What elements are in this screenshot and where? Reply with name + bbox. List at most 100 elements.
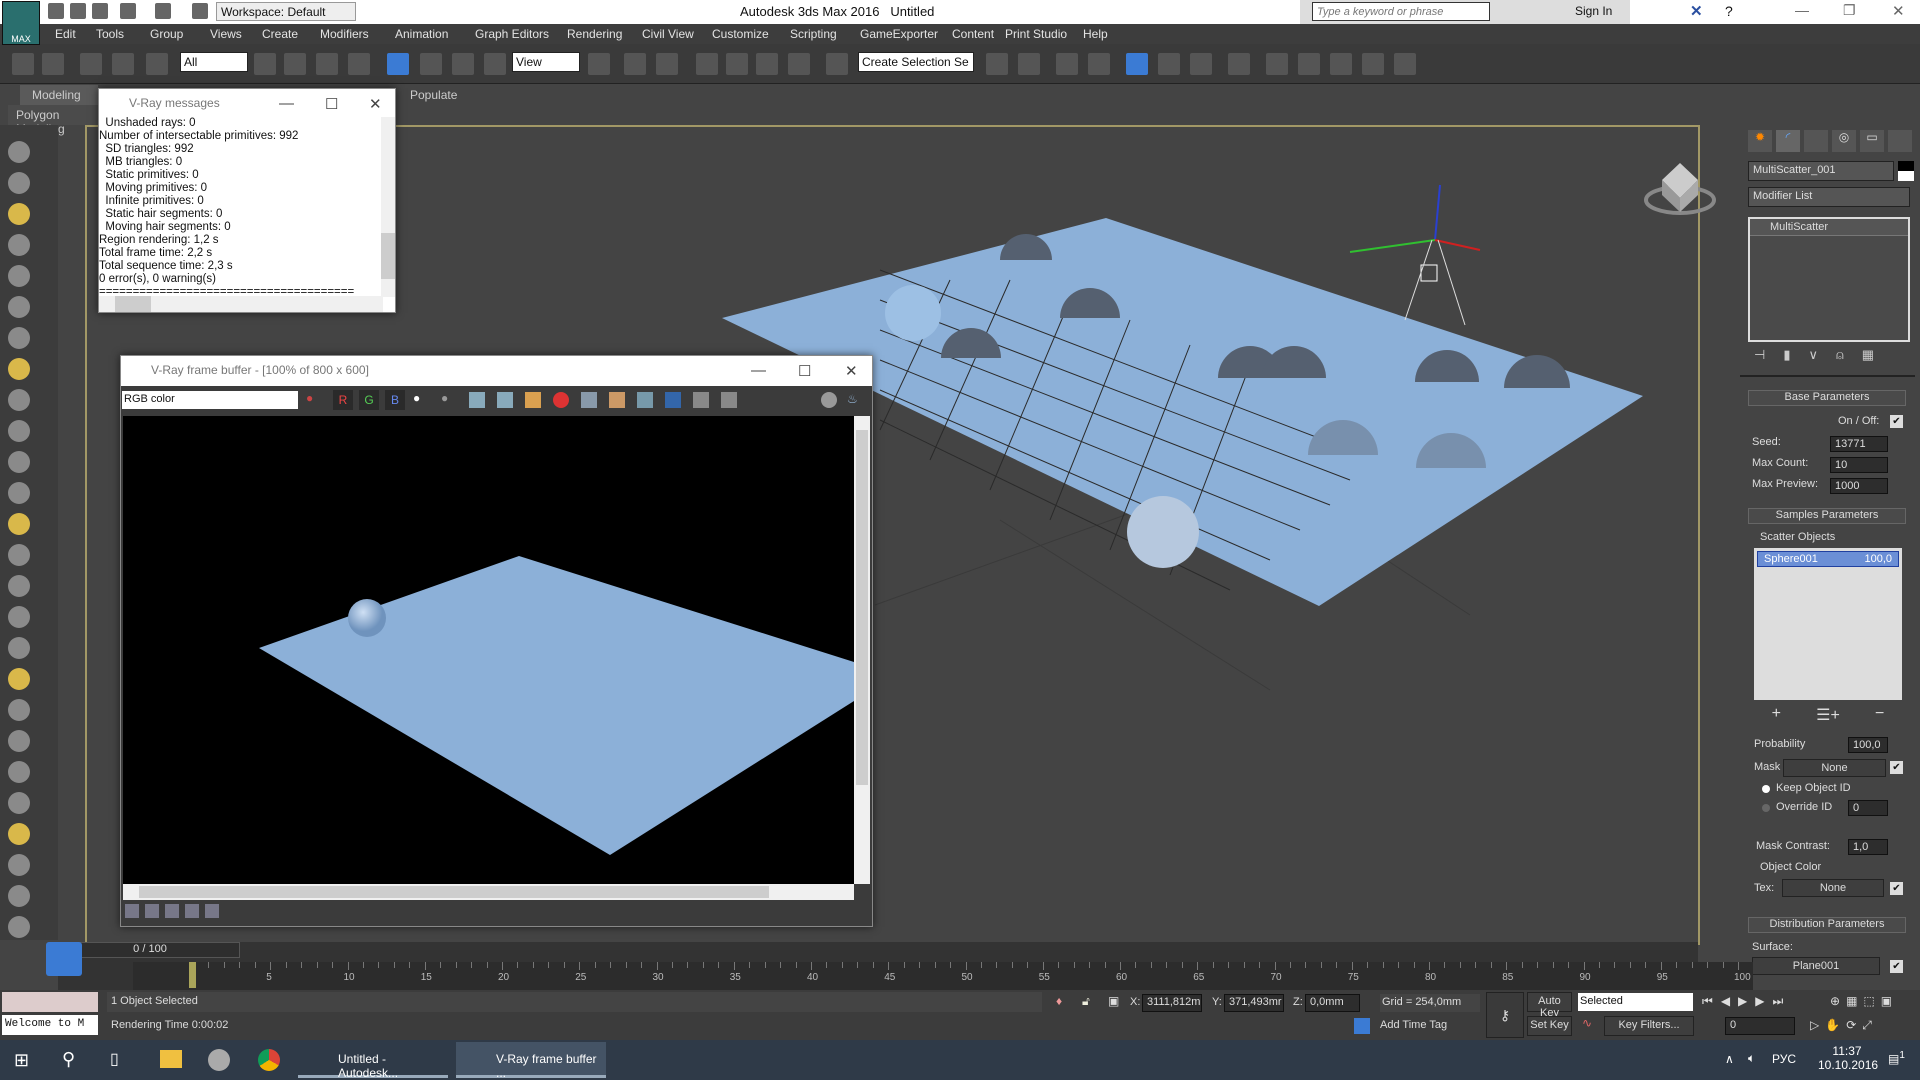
modify-tab-icon[interactable]: ◜ [1776, 130, 1800, 152]
save-image-icon[interactable] [469, 392, 485, 408]
rollout-distribution-parameters[interactable]: Distribution Parameters [1748, 917, 1906, 933]
channel-dropdown[interactable]: RGB color [122, 391, 298, 409]
mask-checkbox[interactable]: ✔ [1890, 761, 1903, 774]
maximize-button[interactable]: ☐ [798, 362, 811, 380]
blue-channel-button[interactable]: B [385, 390, 405, 410]
rollout-base-parameters[interactable]: Base Parameters [1748, 390, 1906, 406]
sphere-object[interactable] [885, 285, 941, 341]
render-teapot-icon[interactable]: ♨ [847, 392, 858, 406]
utilities-tab-icon[interactable] [1888, 130, 1912, 152]
max-preview-spinner[interactable]: 1000 [1830, 478, 1888, 494]
absolute-mode-icon[interactable]: ▣ [1108, 994, 1119, 1008]
stack-item-multiscatter[interactable]: MultiScatter [1750, 219, 1908, 236]
tex-checkbox[interactable]: ✔ [1890, 882, 1903, 895]
file-explorer-icon[interactable] [160, 1050, 182, 1068]
seed-spinner[interactable]: 13771 [1830, 436, 1888, 452]
mini-curve-editor-icon[interactable] [46, 942, 82, 976]
maximize-button[interactable]: ☐ [325, 95, 338, 113]
add-icon[interactable]: + [1772, 705, 1781, 725]
info-icon[interactable] [165, 904, 179, 918]
time-tag-icon[interactable] [1354, 1018, 1370, 1034]
clock[interactable]: 11:37 10.10.2016 [1818, 1044, 1878, 1072]
alpha-icon[interactable]: ● [413, 391, 420, 405]
key-filters-button[interactable]: Key Filters... [1604, 1016, 1694, 1036]
remove-icon[interactable]: − [1875, 705, 1884, 725]
add-time-tag-button[interactable]: Add Time Tag [1380, 1019, 1447, 1031]
max-count-spinner[interactable]: 10 [1830, 457, 1888, 473]
close-button[interactable]: ✕ [845, 362, 858, 380]
snipping-tool-icon[interactable] [208, 1049, 230, 1071]
vertical-scrollbar[interactable] [854, 416, 870, 884]
duplicate-to-mtl-icon[interactable] [581, 392, 597, 408]
lut-icon[interactable] [185, 904, 199, 918]
x-coordinate[interactable]: 3111,812m [1142, 994, 1202, 1012]
time-cursor[interactable] [189, 962, 196, 988]
maxscript-listener[interactable] [2, 992, 98, 1012]
clear-image-icon[interactable] [553, 392, 569, 408]
on-off-checkbox[interactable]: ✔ [1890, 415, 1903, 428]
auto-key-button[interactable]: Auto Key [1527, 992, 1572, 1019]
horizontal-scrollbar[interactable] [123, 884, 854, 900]
next-frame-icon[interactable]: ▶ [1755, 994, 1764, 1009]
language-indicator[interactable]: РУС [1772, 1052, 1796, 1066]
render-region-icon[interactable] [637, 392, 653, 408]
surface-object-button[interactable]: Plane001 [1752, 957, 1880, 975]
motion-tab-icon[interactable]: ◎ [1832, 130, 1856, 152]
key-mode-dropdown[interactable]: Selected [1578, 993, 1693, 1011]
mask-map-button[interactable]: None [1783, 759, 1886, 777]
ab-horizontal-icon[interactable] [693, 392, 709, 408]
task-view-icon[interactable]: ▯ [110, 1049, 119, 1069]
override-id-radio[interactable] [1762, 804, 1770, 812]
track-bar[interactable]: 0510152025303540455055606570758085909510… [133, 962, 1753, 990]
taskbar-item-frame-buffer[interactable]: V-Ray frame buffer ... [456, 1042, 606, 1080]
compare-icon[interactable] [665, 392, 681, 408]
minimize-button[interactable]: — [279, 95, 294, 112]
orbit-icon[interactable]: ⟳ [1846, 1018, 1856, 1033]
override-id-spinner[interactable]: 0 [1848, 800, 1888, 816]
z-coordinate[interactable]: 0,0mm [1305, 994, 1360, 1012]
mono-icon[interactable]: ● [441, 391, 448, 405]
load-image-icon[interactable] [525, 392, 541, 408]
vertical-scrollbar[interactable] [381, 117, 395, 297]
close-button[interactable]: ✕ [369, 95, 382, 113]
probability-spinner[interactable]: 100,0 [1848, 737, 1888, 753]
display-tab-icon[interactable]: ▭ [1860, 130, 1884, 152]
object-color-swatch[interactable] [1898, 161, 1914, 181]
green-channel-button[interactable]: G [359, 390, 379, 410]
y-coordinate[interactable]: 371,493mr [1224, 994, 1284, 1012]
modifier-list-dropdown[interactable]: Modifier List [1748, 187, 1910, 207]
field-of-view-icon[interactable]: ▷ [1810, 1018, 1819, 1033]
taskbar-item-3dsmax[interactable]: Untitled - Autodesk... [298, 1042, 448, 1080]
viewcube-icon[interactable] [1644, 163, 1716, 215]
pan-icon[interactable]: ✋ [1825, 1018, 1840, 1033]
zoom-icon[interactable]: ⊕ [1830, 994, 1840, 1008]
default-tangents-icon[interactable]: ∿ [1582, 1016, 1592, 1030]
play-icon[interactable]: ▶ [1738, 994, 1747, 1009]
minimize-button[interactable]: — [751, 362, 766, 379]
chrome-icon[interactable] [258, 1049, 280, 1071]
track-mouse-icon[interactable] [609, 392, 625, 408]
surface-checkbox[interactable]: ✔ [1890, 960, 1903, 973]
selection-lock-icon[interactable]: 🔓︎ [1082, 994, 1090, 1009]
color-corrections-icon[interactable] [145, 904, 159, 918]
start-icon[interactable]: ⊞ [14, 1050, 29, 1071]
add-list-icon[interactable]: ☰+ [1816, 705, 1840, 725]
isolate-icon[interactable]: ♦ [1056, 994, 1062, 1008]
zoom-all-icon[interactable]: ▦ [1846, 994, 1857, 1008]
tex-map-button[interactable]: None [1782, 879, 1884, 897]
go-to-end-icon[interactable]: ⏭ [1773, 994, 1784, 1009]
create-tab-icon[interactable]: ✹ [1748, 130, 1772, 152]
display-correction-icon[interactable] [125, 904, 139, 918]
save-all-icon[interactable] [497, 392, 513, 408]
scatter-object-item[interactable]: Sphere001 100,0 [1757, 551, 1899, 567]
red-channel-button[interactable]: R [333, 390, 353, 410]
volume-icon[interactable]: 🔈︎ [1748, 1051, 1755, 1066]
stack-controls[interactable]: ⊣▮∨⍝▦ [1754, 347, 1892, 363]
stop-render-icon[interactable] [821, 392, 837, 408]
current-frame-field[interactable]: 0 [1725, 1017, 1795, 1035]
go-to-start-icon[interactable]: ⏮ [1702, 994, 1713, 1009]
horizontal-scrollbar[interactable] [99, 296, 383, 312]
set-key-button[interactable]: Set Key [1527, 1016, 1572, 1036]
rollout-samples-parameters[interactable]: Samples Parameters [1748, 508, 1906, 524]
zoom-extents-icon[interactable]: ⬚ [1863, 994, 1874, 1008]
